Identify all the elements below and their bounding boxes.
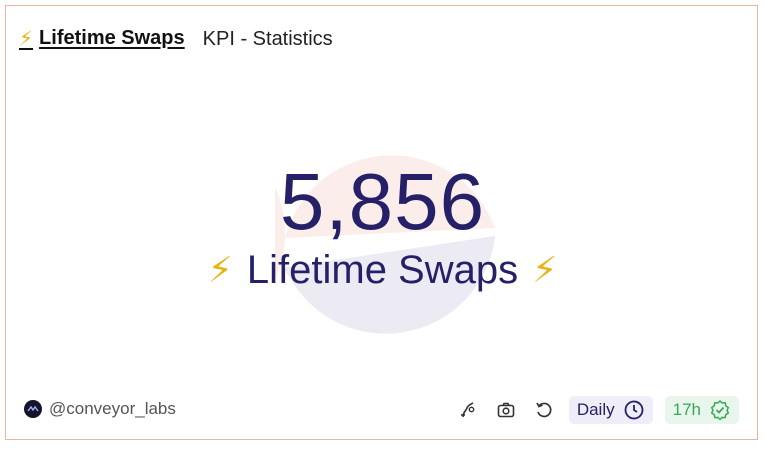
refresh-icon (536, 402, 552, 418)
lightning-icon: ⚡ (532, 249, 558, 291)
chart-title: Lifetime Swaps (39, 27, 185, 49)
footer-actions: Daily 17h (455, 396, 739, 424)
card-header: ⚡ Lifetime Swaps KPI - Statistics (19, 26, 333, 51)
chart-title-link[interactable]: ⚡ Lifetime Swaps (19, 26, 185, 51)
fork-query-button[interactable] (455, 397, 481, 423)
screenshot-button[interactable] (493, 397, 519, 423)
author-link[interactable]: @conveyor_labs (24, 399, 176, 419)
schedule-badge[interactable]: Daily (568, 396, 653, 424)
kpi-label-row: ⚡ Lifetime Swaps ⚡ (6, 248, 759, 292)
camera-icon (497, 402, 515, 418)
schedule-label: Daily (576, 400, 615, 419)
chart-subtitle: KPI - Statistics (202, 28, 333, 50)
conveyor-logo-icon (24, 400, 42, 418)
lightning-icon: ⚡ (207, 249, 233, 291)
lightning-icon: ⚡ (19, 28, 34, 50)
kpi-label: Lifetime Swaps (246, 248, 519, 292)
freshness-badge: 17h (664, 396, 739, 424)
verified-check-icon (710, 399, 730, 421)
author-name: @conveyor_labs (49, 399, 176, 418)
kpi-value: 5,856 (279, 157, 486, 246)
fork-query-icon (460, 402, 475, 418)
refresh-button[interactable] (531, 397, 557, 423)
clock-icon (624, 400, 644, 420)
kpi-card: ⚡ Lifetime Swaps KPI - Statistics 5,856 … (5, 5, 758, 440)
freshness-label: 17h (672, 400, 701, 419)
